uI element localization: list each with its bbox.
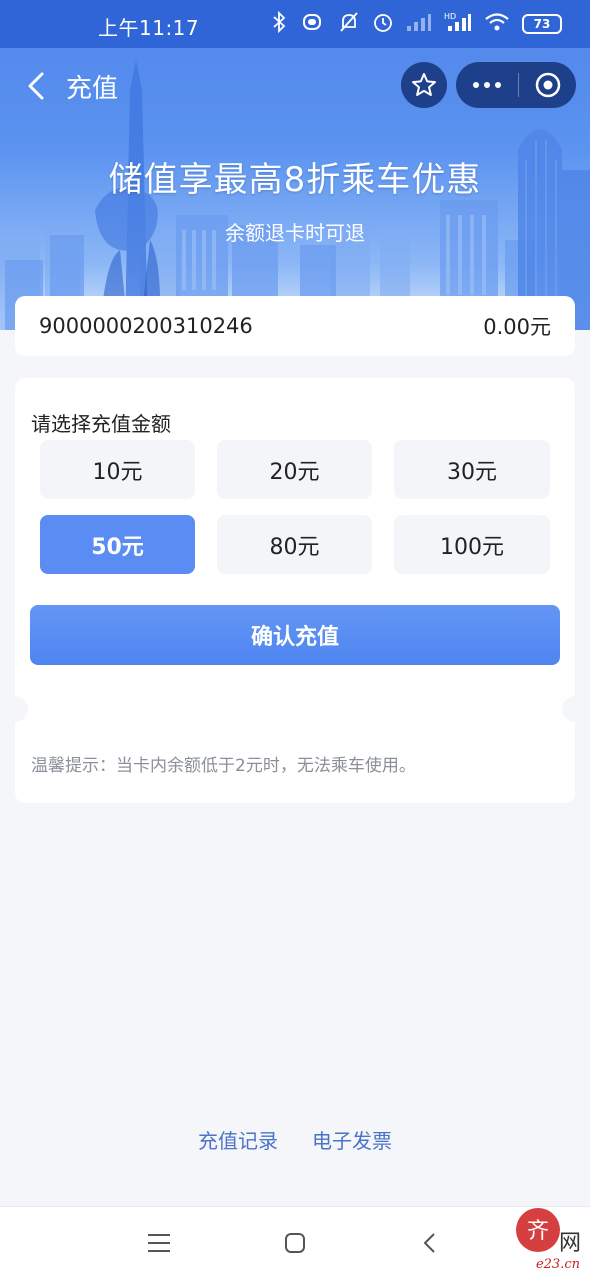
nav-bar: 充值 xyxy=(0,48,590,124)
menu-icon xyxy=(148,1234,170,1252)
amount-option-30[interactable]: 30元 xyxy=(394,440,550,499)
battery-icon: 73 xyxy=(522,14,562,34)
bluetooth-icon xyxy=(272,10,286,37)
watermark-text: e23.cn xyxy=(535,1257,580,1272)
favorite-button[interactable] xyxy=(401,62,447,108)
card-balance: 0.00元 xyxy=(483,315,551,339)
svg-text:HD: HD xyxy=(444,12,456,21)
back-triangle-icon xyxy=(424,1233,435,1253)
card-number: 9000000200310246 xyxy=(39,314,253,338)
back-button[interactable] xyxy=(18,66,58,106)
menu-button[interactable] xyxy=(146,1231,172,1259)
warm-tip-text: 温馨提示：当卡内余额低于2元时，无法乘车使用。 xyxy=(31,756,416,776)
amount-option-10[interactable]: 10元 xyxy=(40,440,195,499)
amount-options: 10元 20元 30元 50元 80元 100元 xyxy=(40,440,550,574)
alarm-icon xyxy=(372,11,394,37)
signal-weak-icon xyxy=(406,12,432,36)
watermark-seal-icon: 齐 网 xyxy=(516,1208,581,1256)
amount-section-label: 请选择充值金额 xyxy=(31,412,171,436)
system-back-button[interactable] xyxy=(420,1231,440,1259)
watermark-char: 网 xyxy=(559,1231,581,1256)
mini-program-capsule xyxy=(456,62,576,108)
close-mini-program-button[interactable] xyxy=(519,71,576,99)
footer-links: 充值记录 电子发票 xyxy=(0,1125,590,1154)
star-icon xyxy=(412,73,436,96)
ticket-notch-left xyxy=(2,696,28,722)
status-bar: 上午11:17 HD 73 xyxy=(0,0,590,48)
home-square-icon xyxy=(285,1233,305,1253)
home-button[interactable] xyxy=(283,1231,307,1259)
promo-subtitle: 余额退卡时可退 xyxy=(225,221,365,245)
recharge-panel: 请选择充值金额 10元 20元 30元 50元 80元 100元 确认充值 温馨… xyxy=(2,378,588,803)
svg-text:齐: 齐 xyxy=(527,1219,549,1244)
ticket-notch-right xyxy=(562,696,588,722)
card-info-row: 9000000200310246 0.00元 xyxy=(15,296,575,356)
confirm-recharge-button[interactable]: 确认充值 xyxy=(30,605,560,665)
status-icons: HD 73 xyxy=(272,10,562,37)
promo-title: 储值享最高8折乘车优惠 xyxy=(108,160,482,200)
page-title: 充值 xyxy=(66,74,119,104)
e-invoice-link[interactable]: 电子发票 xyxy=(312,1125,392,1154)
chevron-left-icon xyxy=(28,72,44,100)
mute-bell-icon xyxy=(338,11,360,37)
more-dots-icon[interactable] xyxy=(456,82,518,88)
amount-option-20[interactable]: 20元 xyxy=(217,440,372,499)
amount-option-100[interactable]: 100元 xyxy=(394,515,550,574)
amount-option-80[interactable]: 80元 xyxy=(217,515,372,574)
e23-watermark-logo: 齐 网 e23.cn xyxy=(504,1204,584,1274)
target-circle-icon xyxy=(535,72,560,98)
recharge-records-link[interactable]: 充值记录 xyxy=(198,1125,278,1154)
system-navigation-bar: 齐 网 e23.cn xyxy=(0,1206,590,1278)
hd-signal-icon: HD xyxy=(444,11,472,37)
vibrate-icon xyxy=(298,11,326,37)
status-time: 上午11:17 xyxy=(98,16,200,40)
wifi-icon xyxy=(484,12,510,36)
amount-option-50[interactable]: 50元 xyxy=(40,515,195,574)
